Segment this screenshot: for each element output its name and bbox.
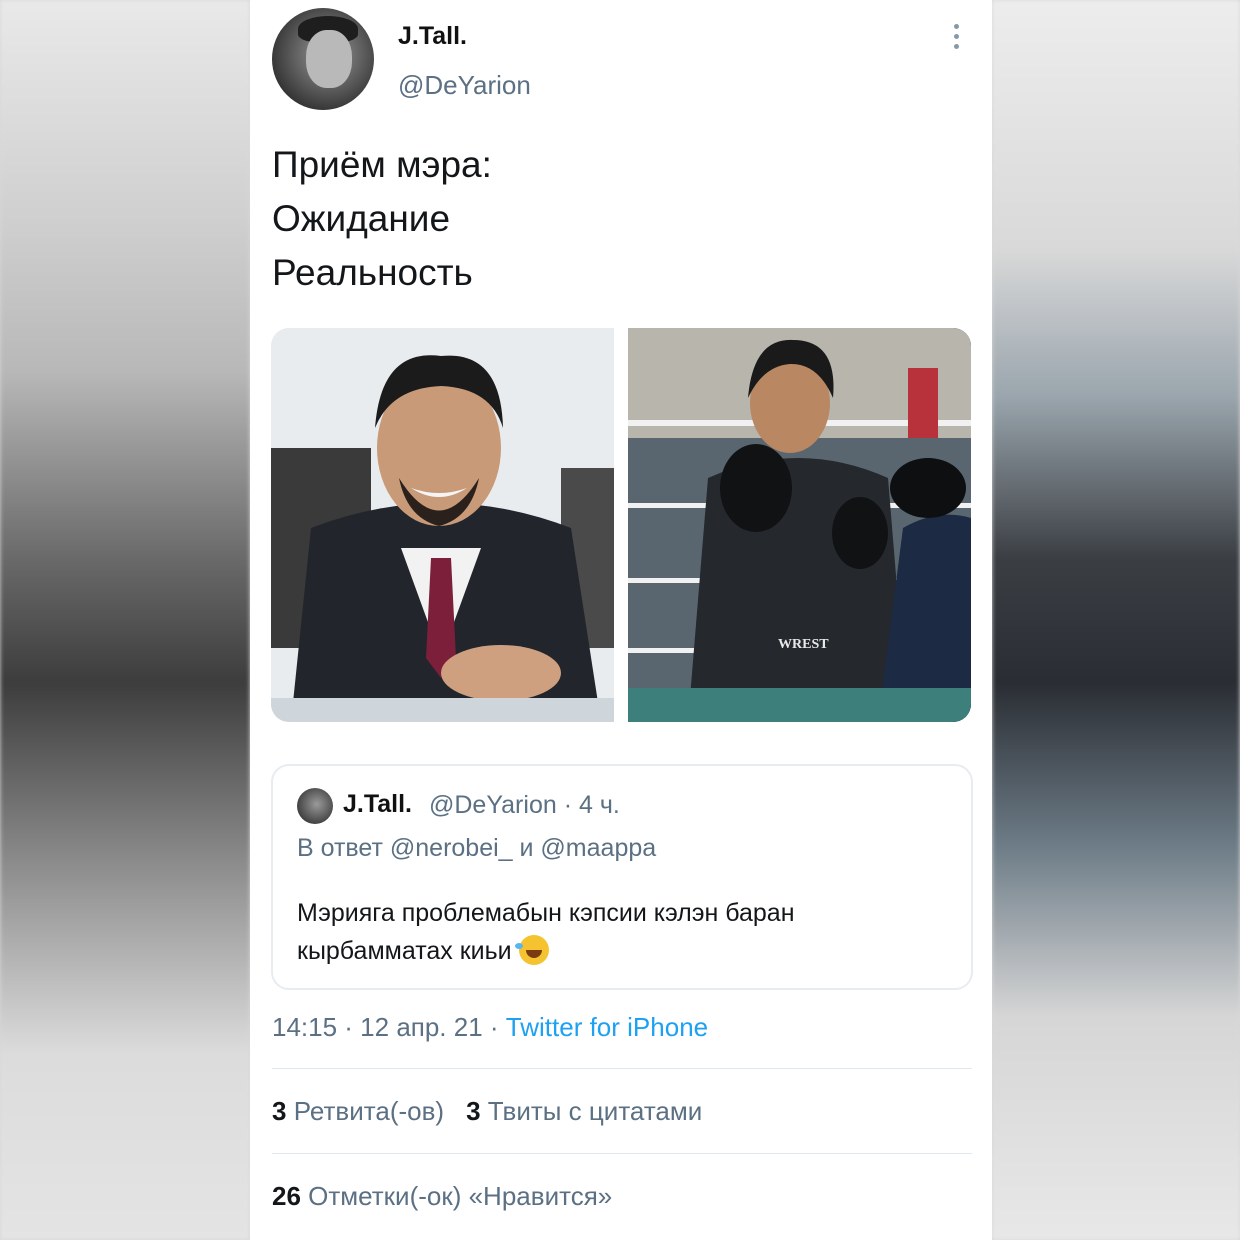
author-avatar[interactable] [272,8,374,110]
tweet-media: WREST [271,328,971,722]
quoted-author-meta: @DeYarion · 4 ч. [429,791,620,819]
retweets-link[interactable]: 3 Ретвита(-ов) [272,1096,444,1126]
tweet-line: Ожидание [272,198,451,239]
author-handle[interactable]: @DeYarion [398,70,531,101]
rolling-laughing-emoji-icon [514,935,549,965]
likes-stats[interactable]: 26 Отметки(-ок) «Нравится» [272,1181,612,1212]
tweet-source-link[interactable]: Twitter for iPhone [506,1012,708,1042]
quoted-text: Мэрияга проблемабын кэпсии кэлэн баран к… [297,894,937,970]
quoted-author-avatar [297,788,333,824]
svg-text:WREST: WREST [778,637,829,652]
tweet-text: Приём мэра: Ожидание Реальность [272,138,492,300]
quoted-tweet[interactable]: J.Tall. @DeYarion · 4 ч. В ответ @nerobe… [271,764,973,990]
quoted-author-name: J.Tall. [343,790,413,818]
photo-reality[interactable]: WREST [628,328,971,722]
blurred-background-right [992,0,1240,1240]
quote-tweets-link[interactable]: 3 Твиты с цитатами [466,1096,702,1126]
blurred-background-left [0,0,250,1240]
tweet-timestamp: 14:15 · 12 апр. 21 · Twitter for iPhone [272,1012,708,1043]
divider [272,1153,972,1154]
retweet-stats: 3 Ретвита(-ов) 3 Твиты с цитатами [272,1096,702,1127]
tweet-line: Приём мэра: [272,144,492,185]
more-options-icon[interactable] [950,24,962,54]
author-name[interactable]: J.Tall. [398,22,467,51]
timestamp-time: 14:15 · 12 апр. 21 · [272,1012,506,1042]
divider [272,1068,972,1069]
tweet-card: J.Tall. @DeYarion Приём мэра: Ожидание Р… [250,0,992,1240]
quoted-reply-to: В ответ @nerobei_ и @maappa [297,834,657,862]
photo-expectation[interactable] [271,328,614,722]
tweet-line: Реальность [272,252,473,293]
